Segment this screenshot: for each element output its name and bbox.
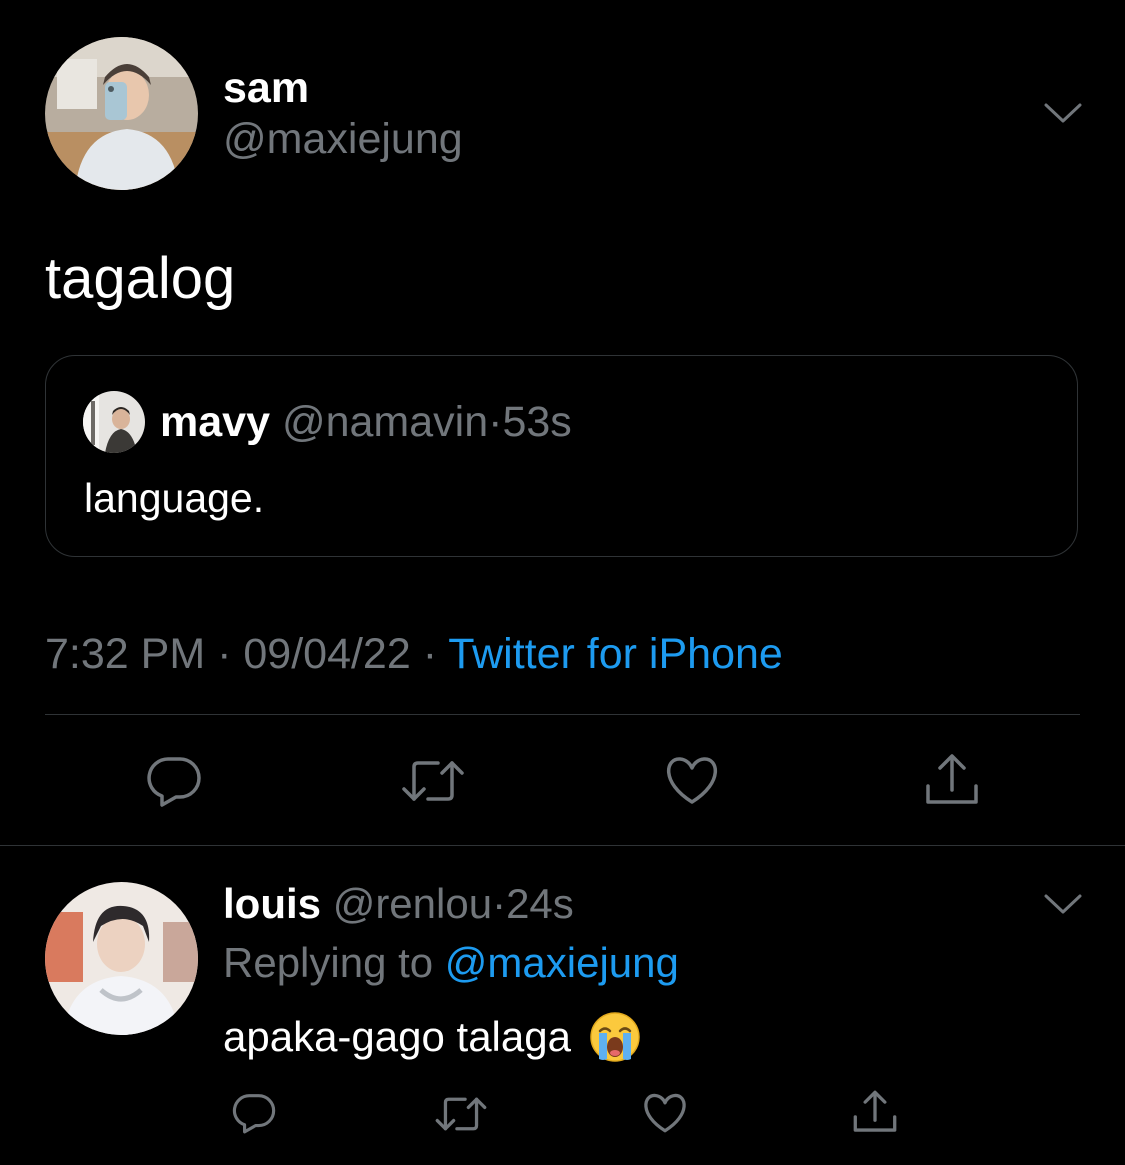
reply-button[interactable] [232,1092,276,1134]
user-avatar-icon [45,37,198,190]
replying-to-line: Replying to @maxiejung [223,939,679,987]
loudly-crying-face-emoji [589,1011,641,1063]
retweet-icon [435,1097,487,1131]
reply-icon [147,757,201,807]
tweet-time: 7:32 PM [45,630,206,678]
reply-time: 24s [506,880,574,927]
quoted-tweet-text: language. [84,475,265,521]
avatar-louis[interactable] [45,882,198,1035]
reply-text-row: apaka-gago talaga [223,1011,641,1063]
dot-separator: · [488,398,503,446]
share-button[interactable] [852,1089,898,1135]
reply-text: apaka-gago talaga [223,1013,571,1060]
share-button[interactable] [924,752,980,808]
reply-button[interactable] [146,755,202,807]
user-avatar-icon [45,882,198,1035]
replying-to-label: Replying to [223,939,434,986]
tweet-text: tagalog [45,246,236,311]
user-avatar-icon [83,391,145,453]
replying-to-mention[interactable]: @maxiejung [445,939,679,986]
quoted-author-handle[interactable]: @namavin [282,398,488,446]
author-name[interactable]: sam [223,64,309,113]
chevron-down-icon[interactable] [1043,892,1083,916]
tweet-source-link[interactable]: Twitter for iPhone [448,630,783,678]
like-icon [666,757,718,804]
share-icon [853,1090,897,1132]
like-icon [644,1093,686,1133]
quoted-tweet-card[interactable] [45,355,1078,557]
avatar-sam[interactable] [45,37,198,190]
tweet-date: 09/04/22 [243,630,411,678]
quoted-author-name[interactable]: mavy [160,398,270,446]
reply-author-name[interactable]: louis [223,880,321,927]
retweet-icon [402,761,464,801]
tweet-meta: 7:32 PM · 09/04/22 · Twitter for iPhone [45,630,783,679]
quoted-tweet-time: 53s [502,398,572,446]
share-icon [926,754,978,804]
retweet-button[interactable] [400,757,466,805]
reply-header: louis @renlou·24s [223,880,574,928]
author-handle[interactable]: @maxiejung [223,115,463,164]
chevron-down-icon[interactable] [1043,101,1083,125]
reply-icon [232,1094,276,1134]
divider [45,714,1080,715]
dot-separator: · [217,630,232,678]
reply-author-handle[interactable]: @renlou [333,880,492,927]
quoted-tweet-header: mavy @namavin·53s [160,398,572,447]
dot-separator: · [422,630,438,678]
divider [0,845,1125,846]
avatar-mavy[interactable] [83,391,145,453]
retweet-button[interactable] [434,1094,488,1134]
dot-separator: · [492,880,507,927]
like-button[interactable] [642,1093,688,1134]
like-button[interactable] [664,756,720,806]
